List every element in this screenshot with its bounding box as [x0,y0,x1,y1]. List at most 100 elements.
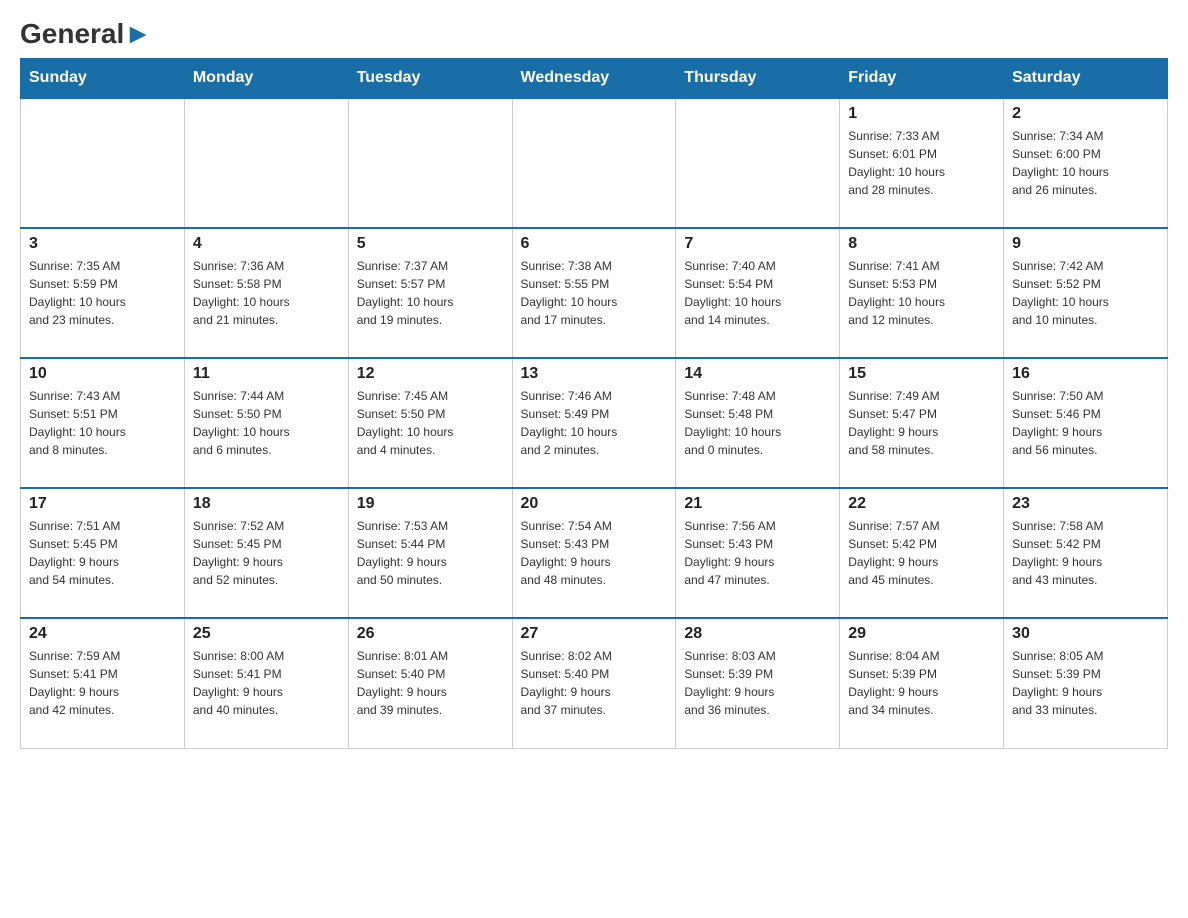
calendar-cell: 24 Sunrise: 7:59 AMSunset: 5:41 PMDayligh… [21,618,185,748]
logo-general-text: General► [20,20,152,48]
calendar-cell: 11 Sunrise: 7:44 AMSunset: 5:50 PMDayligh… [184,358,348,488]
weekday-header-monday: Monday [184,59,348,99]
calendar-cell: 19Sunrise: 7:53 AMSunset: 5:44 PMDayligh… [348,488,512,618]
day-number: 23 [1012,495,1159,513]
day-number: 26 [357,625,504,643]
logo: General► [20,20,152,48]
calendar-cell: 5 Sunrise: 7:37 AMSunset: 5:57 PMDaylight… [348,228,512,358]
day-info: Sunrise: 8:02 AMSunset: 5:40 PMDaylight:… [521,647,668,719]
day-info: Sunrise: 7:40 AMSunset: 5:54 PMDaylight:… [684,257,831,329]
day-info: Sunrise: 7:42 AMSunset: 5:52 PMDaylight:… [1012,257,1159,329]
calendar-cell: 3 Sunrise: 7:35 AMSunset: 5:59 PMDaylight… [21,228,185,358]
day-number: 10 [29,365,176,383]
calendar-cell: 29Sunrise: 8:04 AMSunset: 5:39 PMDayligh… [840,618,1004,748]
week-row-3: 10 Sunrise: 7:43 AMSunset: 5:51 PMDayligh… [21,358,1168,488]
day-number: 21 [684,495,831,513]
calendar-cell: 13 Sunrise: 7:46 AMSunset: 5:49 PMDayligh… [512,358,676,488]
week-row-5: 24 Sunrise: 7:59 AMSunset: 5:41 PMDayligh… [21,618,1168,748]
day-info: Sunrise: 7:50 AMSunset: 5:46 PMDaylight:… [1012,387,1159,459]
day-number: 4 [193,235,340,253]
day-info: Sunrise: 7:56 AMSunset: 5:43 PMDaylight:… [684,517,831,589]
day-number: 8 [848,235,995,253]
calendar-cell [21,98,185,228]
day-info: Sunrise: 7:52 AMSunset: 5:45 PMDaylight:… [193,517,340,589]
week-row-2: 3 Sunrise: 7:35 AMSunset: 5:59 PMDaylight… [21,228,1168,358]
day-info: Sunrise: 8:00 AMSunset: 5:41 PMDaylight:… [193,647,340,719]
weekday-header-thursday: Thursday [676,59,840,99]
calendar-cell: 1 Sunrise: 7:33 AMSunset: 6:01 PMDaylight… [840,98,1004,228]
day-number: 15 [848,365,995,383]
calendar-cell: 16 Sunrise: 7:50 AMSunset: 5:46 PMDayligh… [1004,358,1168,488]
calendar-cell [184,98,348,228]
weekday-header-row: SundayMondayTuesdayWednesdayThursdayFrid… [21,59,1168,99]
logo-triangle-icon: ► [124,18,152,49]
day-number: 24 [29,625,176,643]
day-number: 9 [1012,235,1159,253]
day-info: Sunrise: 7:36 AMSunset: 5:58 PMDaylight:… [193,257,340,329]
calendar-cell: 8 Sunrise: 7:41 AMSunset: 5:53 PMDaylight… [840,228,1004,358]
day-info: Sunrise: 7:43 AMSunset: 5:51 PMDaylight:… [29,387,176,459]
day-number: 22 [848,495,995,513]
calendar-cell: 23 Sunrise: 7:58 AMSunset: 5:42 PMDayligh… [1004,488,1168,618]
day-number: 16 [1012,365,1159,383]
day-info: Sunrise: 7:33 AMSunset: 6:01 PMDaylight:… [848,127,995,199]
day-info: Sunrise: 8:04 AMSunset: 5:39 PMDaylight:… [848,647,995,719]
day-info: Sunrise: 7:34 AMSunset: 6:00 PMDaylight:… [1012,127,1159,199]
calendar-cell: 26 Sunrise: 8:01 AMSunset: 5:40 PMDayligh… [348,618,512,748]
day-info: Sunrise: 7:58 AMSunset: 5:42 PMDaylight:… [1012,517,1159,589]
week-row-1: 1 Sunrise: 7:33 AMSunset: 6:01 PMDaylight… [21,98,1168,228]
day-info: Sunrise: 7:51 AMSunset: 5:45 PMDaylight:… [29,517,176,589]
day-number: 17 [29,495,176,513]
weekday-header-wednesday: Wednesday [512,59,676,99]
day-info: Sunrise: 7:53 AMSunset: 5:44 PMDaylight:… [357,517,504,589]
day-info: Sunrise: 7:46 AMSunset: 5:49 PMDaylight:… [521,387,668,459]
calendar-cell: 27Sunrise: 8:02 AMSunset: 5:40 PMDayligh… [512,618,676,748]
day-info: Sunrise: 7:35 AMSunset: 5:59 PMDaylight:… [29,257,176,329]
day-number: 11 [193,365,340,383]
calendar-cell: 14Sunrise: 7:48 AMSunset: 5:48 PMDayligh… [676,358,840,488]
calendar-cell: 2 Sunrise: 7:34 AMSunset: 6:00 PMDaylight… [1004,98,1168,228]
day-info: Sunrise: 8:05 AMSunset: 5:39 PMDaylight:… [1012,647,1159,719]
day-info: Sunrise: 7:49 AMSunset: 5:47 PMDaylight:… [848,387,995,459]
calendar-cell: 10 Sunrise: 7:43 AMSunset: 5:51 PMDayligh… [21,358,185,488]
week-row-4: 17 Sunrise: 7:51 AMSunset: 5:45 PMDayligh… [21,488,1168,618]
weekday-header-sunday: Sunday [21,59,185,99]
day-number: 25 [193,625,340,643]
calendar-cell: 25 Sunrise: 8:00 AMSunset: 5:41 PMDayligh… [184,618,348,748]
day-info: Sunrise: 7:41 AMSunset: 5:53 PMDaylight:… [848,257,995,329]
calendar-cell: 22 Sunrise: 7:57 AMSunset: 5:42 PMDayligh… [840,488,1004,618]
calendar-cell: 6Sunrise: 7:38 AMSunset: 5:55 PMDaylight… [512,228,676,358]
day-number: 7 [684,235,831,253]
calendar-cell [512,98,676,228]
day-info: Sunrise: 7:57 AMSunset: 5:42 PMDaylight:… [848,517,995,589]
day-info: Sunrise: 7:37 AMSunset: 5:57 PMDaylight:… [357,257,504,329]
page-header: General► [20,20,1168,48]
day-number: 20 [521,495,668,513]
calendar-table: SundayMondayTuesdayWednesdayThursdayFrid… [20,58,1168,749]
day-number: 5 [357,235,504,253]
calendar-cell: 18 Sunrise: 7:52 AMSunset: 5:45 PMDayligh… [184,488,348,618]
day-number: 13 [521,365,668,383]
day-number: 6 [521,235,668,253]
day-info: Sunrise: 8:03 AMSunset: 5:39 PMDaylight:… [684,647,831,719]
day-number: 1 [848,105,995,123]
day-number: 3 [29,235,176,253]
weekday-header-saturday: Saturday [1004,59,1168,99]
day-info: Sunrise: 7:48 AMSunset: 5:48 PMDaylight:… [684,387,831,459]
calendar-cell: 4 Sunrise: 7:36 AMSunset: 5:58 PMDaylight… [184,228,348,358]
calendar-cell: 7 Sunrise: 7:40 AMSunset: 5:54 PMDaylight… [676,228,840,358]
day-number: 18 [193,495,340,513]
calendar-cell: 20 Sunrise: 7:54 AMSunset: 5:43 PMDayligh… [512,488,676,618]
weekday-header-friday: Friday [840,59,1004,99]
calendar-cell [348,98,512,228]
calendar-cell: 30Sunrise: 8:05 AMSunset: 5:39 PMDayligh… [1004,618,1168,748]
calendar-cell: 12Sunrise: 7:45 AMSunset: 5:50 PMDayligh… [348,358,512,488]
day-info: Sunrise: 7:44 AMSunset: 5:50 PMDaylight:… [193,387,340,459]
day-info: Sunrise: 7:54 AMSunset: 5:43 PMDaylight:… [521,517,668,589]
day-info: Sunrise: 7:59 AMSunset: 5:41 PMDaylight:… [29,647,176,719]
calendar-cell: 17 Sunrise: 7:51 AMSunset: 5:45 PMDayligh… [21,488,185,618]
day-number: 2 [1012,105,1159,123]
day-info: Sunrise: 8:01 AMSunset: 5:40 PMDaylight:… [357,647,504,719]
weekday-header-tuesday: Tuesday [348,59,512,99]
calendar-cell: 15 Sunrise: 7:49 AMSunset: 5:47 PMDayligh… [840,358,1004,488]
